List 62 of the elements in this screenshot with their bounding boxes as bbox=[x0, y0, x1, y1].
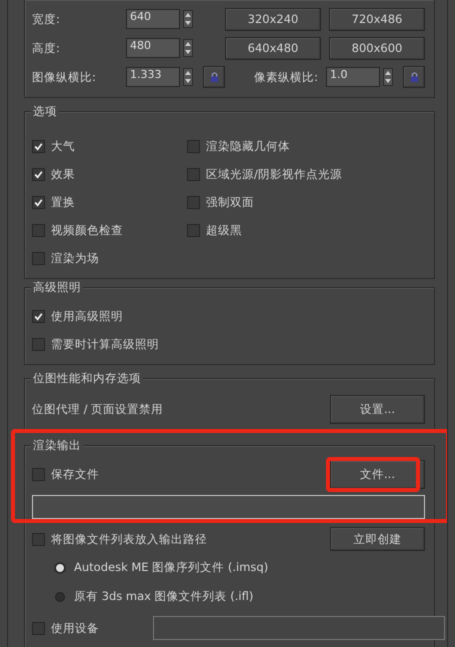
checkbox[interactable] bbox=[32, 622, 45, 634]
checkbox-label: 置换 bbox=[51, 194, 75, 210]
checkbox[interactable] bbox=[32, 468, 45, 481]
checkbox-label: 渲染隐藏几何体 bbox=[206, 138, 290, 154]
preset-button[interactable]: 320x240 bbox=[225, 8, 321, 30]
field-label: 像素纵横比: bbox=[254, 70, 318, 84]
number-field[interactable]: 480 bbox=[126, 38, 180, 58]
checkbox-label: 视频颜色检查 bbox=[51, 222, 123, 238]
checkbox[interactable] bbox=[32, 310, 45, 322]
checkbox[interactable] bbox=[32, 224, 45, 236]
checkbox[interactable] bbox=[187, 224, 200, 236]
checkbox[interactable] bbox=[32, 338, 45, 350]
spinner-icon[interactable] bbox=[183, 10, 193, 28]
radio-button[interactable] bbox=[55, 562, 65, 572]
device-field[interactable] bbox=[153, 616, 445, 640]
checkbox[interactable] bbox=[187, 140, 200, 152]
preset-button[interactable]: 800x600 bbox=[329, 36, 425, 60]
spinner-icon[interactable] bbox=[383, 68, 393, 86]
radio-button[interactable] bbox=[55, 592, 65, 602]
preset-button[interactable]: 640x480 bbox=[225, 36, 321, 60]
create-button[interactable]: 立即创建 bbox=[330, 527, 425, 551]
radio-label: Autodesk ME 图像序列文件 (.imsq) bbox=[74, 560, 268, 575]
lock-icon bbox=[210, 72, 218, 82]
number-field[interactable]: 1.0 bbox=[326, 67, 380, 87]
checkbox-label: 保存文件 bbox=[51, 467, 99, 482]
status-text: 位图代理 / 页面设置禁用 bbox=[32, 402, 164, 417]
spinner-icon[interactable] bbox=[183, 68, 193, 86]
checkbox[interactable] bbox=[32, 532, 45, 546]
checkbox[interactable] bbox=[32, 140, 45, 152]
group-title: 位图性能和内存选项 bbox=[31, 371, 143, 385]
checkbox[interactable] bbox=[32, 252, 45, 264]
checkbox-label: 需要时计算高级照明 bbox=[51, 336, 159, 352]
group-title: 渲染输出 bbox=[31, 438, 83, 452]
field-label: 高度: bbox=[32, 40, 61, 56]
file-button[interactable]: 文件... bbox=[330, 460, 425, 489]
radio-label: 原有 3ds max 图像文件列表 (.ifl) bbox=[74, 589, 254, 604]
lock-icon bbox=[410, 72, 418, 82]
preset-button[interactable]: 720x486 bbox=[329, 8, 425, 30]
group-title: 选项 bbox=[31, 104, 59, 118]
checkbox[interactable] bbox=[187, 196, 200, 208]
lock-button[interactable] bbox=[403, 66, 425, 88]
group-title: 高级照明 bbox=[31, 280, 83, 294]
settings-button[interactable]: 设置... bbox=[330, 395, 425, 424]
field-label: 宽度: bbox=[32, 12, 61, 26]
checkbox-label: 超级黑 bbox=[206, 222, 242, 238]
field-label: 图像纵横比: bbox=[32, 70, 97, 84]
checkbox-label: 使用高级照明 bbox=[51, 308, 123, 324]
checkbox-label: 强制双面 bbox=[206, 194, 254, 210]
lock-button[interactable] bbox=[203, 66, 225, 88]
checkbox-label: 渲染为场 bbox=[51, 250, 99, 266]
checkbox-label: 大气 bbox=[51, 138, 75, 154]
checkbox-label: 区域光源/阴影视作点光源 bbox=[206, 166, 342, 182]
number-field[interactable]: 640 bbox=[126, 9, 180, 29]
path-field[interactable] bbox=[32, 495, 425, 519]
spinner-icon[interactable] bbox=[183, 39, 193, 57]
checkbox[interactable] bbox=[187, 168, 200, 180]
checkbox-label: 使用设备 bbox=[51, 620, 99, 636]
checkbox[interactable] bbox=[32, 196, 45, 208]
checkbox[interactable] bbox=[32, 168, 45, 180]
number-field[interactable]: 1.333 bbox=[126, 67, 180, 87]
checkbox-label: 效果 bbox=[51, 166, 75, 182]
checkbox-label: 将图像文件列表放入输出路径 bbox=[51, 532, 207, 546]
